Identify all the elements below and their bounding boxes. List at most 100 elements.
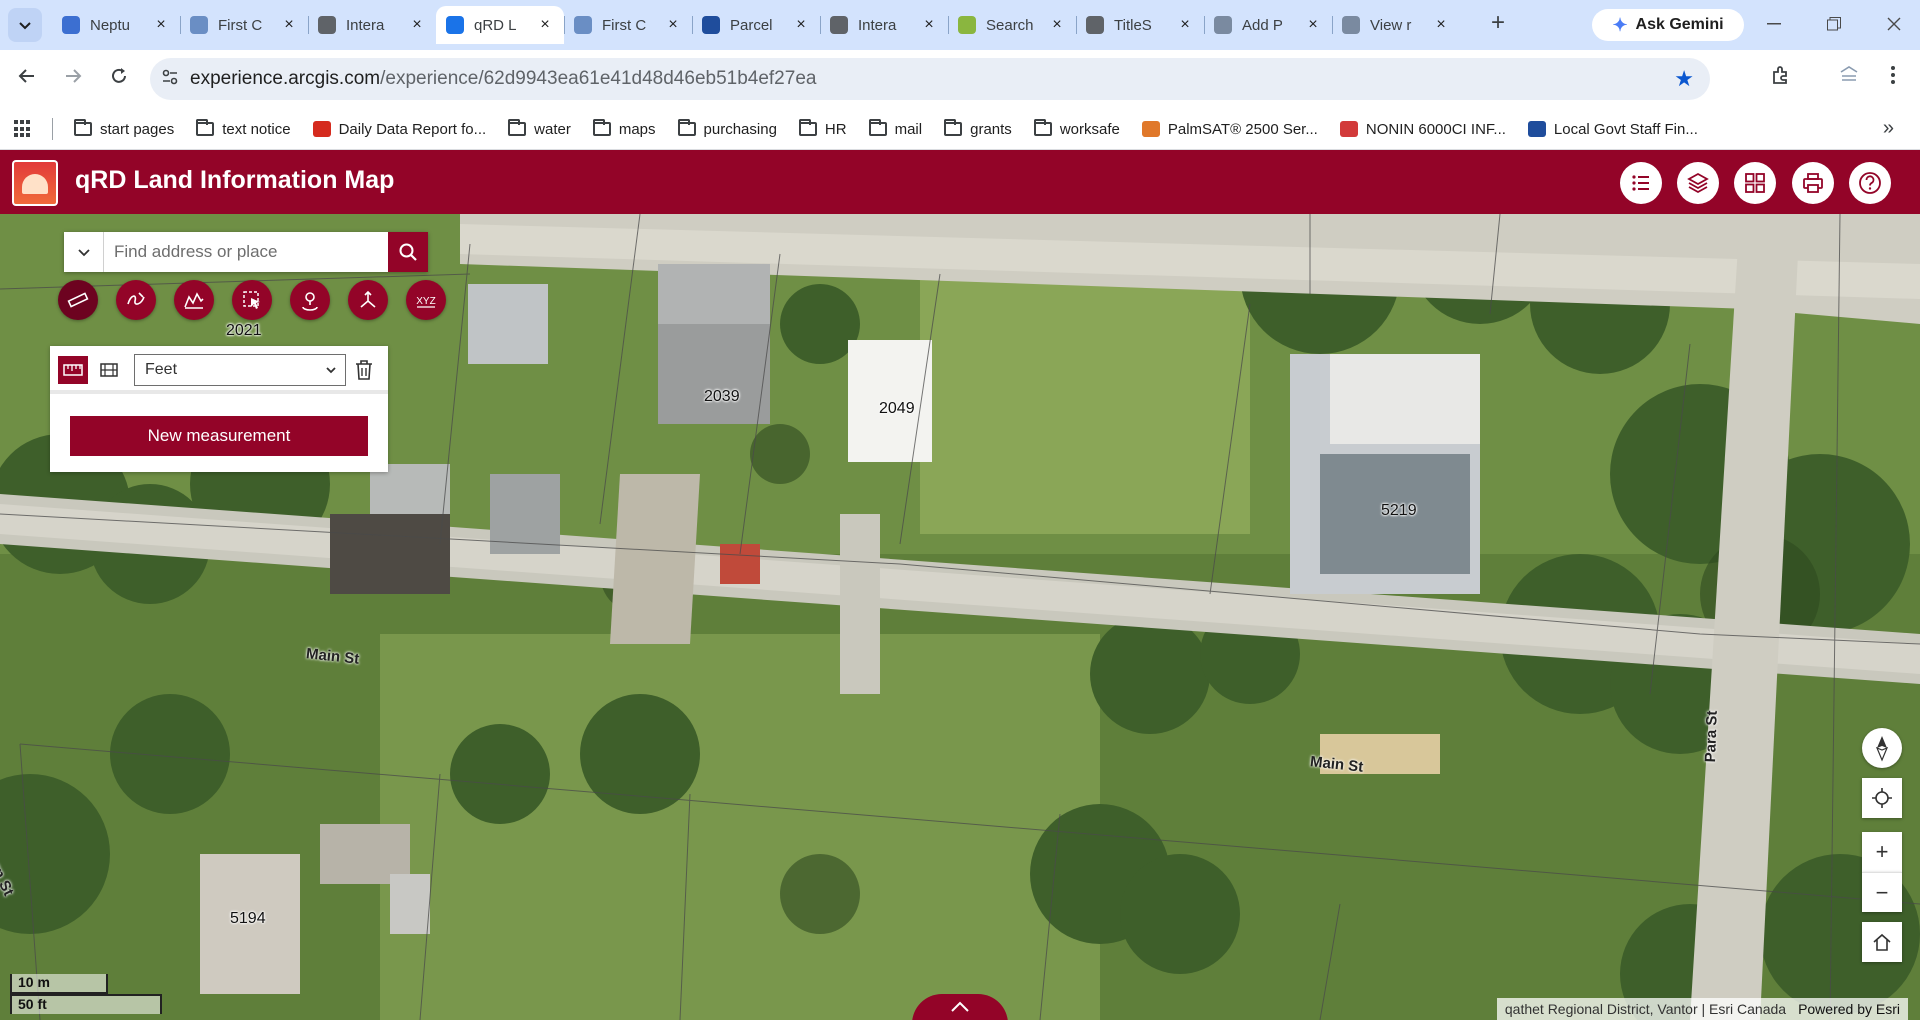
tab-search-button[interactable] (8, 8, 42, 42)
forward-button[interactable] (58, 64, 88, 94)
parcel-label-5219: 5219 (1381, 502, 1417, 519)
restore-button[interactable] (1812, 8, 1856, 40)
tab-favicon-icon (62, 16, 80, 34)
browser-tab[interactable]: Neptu × (52, 6, 180, 44)
expand-panel-button[interactable] (912, 994, 1008, 1020)
nonin-icon (1339, 121, 1358, 137)
bookmarks-divider (52, 118, 53, 140)
directions-tool-button[interactable] (348, 280, 388, 320)
site-info-icon[interactable] (150, 68, 190, 91)
bookmark-item[interactable]: text notice (196, 119, 291, 138)
close-icon (1887, 17, 1901, 31)
browser-menu-icon[interactable] (1878, 64, 1908, 94)
tab-close-icon[interactable]: × (1304, 16, 1322, 34)
browser-tab[interactable]: Parcel × (692, 6, 820, 44)
powered-by-esri[interactable]: Powered by Esri (1798, 1001, 1900, 1017)
folder-icon (196, 119, 215, 136)
address-bar[interactable]: experience.arcgis.com/experience/62d9943… (150, 58, 1710, 100)
zoom-in-button[interactable]: + (1862, 832, 1902, 872)
bookmark-label: purchasing (703, 120, 777, 138)
bookmark-item[interactable]: water (508, 119, 571, 138)
tab-close-icon[interactable]: × (920, 16, 938, 34)
minimize-button[interactable] (1752, 8, 1796, 40)
distance-measure-button[interactable] (58, 356, 88, 384)
tab-close-icon[interactable]: × (1176, 16, 1194, 34)
browser-tab[interactable]: View r × (1332, 6, 1460, 44)
tab-favicon-icon (1342, 16, 1360, 34)
bookmark-item[interactable]: mail (868, 119, 922, 138)
browser-tab[interactable]: TitleS × (1076, 6, 1204, 44)
bookmark-item[interactable]: grants (944, 119, 1012, 138)
street-label-para-st: Para St (1702, 710, 1721, 763)
legend-list-button[interactable] (1620, 162, 1662, 204)
search-button[interactable] (388, 232, 428, 272)
zoom-out-button[interactable]: − (1862, 872, 1902, 912)
folder-icon (508, 119, 527, 136)
browser-tab[interactable]: Intera × (820, 6, 948, 44)
xyz-tool-button[interactable]: XYZ (406, 280, 446, 320)
new-tab-button[interactable]: + (1484, 10, 1512, 38)
locate-button[interactable] (1862, 778, 1902, 818)
app-header: qRD Land Information Map (0, 150, 1920, 214)
print-button[interactable] (1792, 162, 1834, 204)
browser-tab[interactable]: Search × (948, 6, 1076, 44)
bookmark-label: HR (824, 120, 847, 138)
coordinate-tool-button[interactable] (290, 280, 330, 320)
measure-tool-button[interactable] (58, 280, 98, 320)
elevation-profile-tool-button[interactable] (174, 280, 214, 320)
tab-title: First C (602, 16, 647, 34)
tab-close-icon[interactable]: × (280, 16, 298, 34)
browser-tab[interactable]: Intera × (308, 6, 436, 44)
extensions-icon[interactable] (1766, 64, 1796, 94)
unit-select[interactable]: Feet (134, 354, 346, 386)
tab-close-icon[interactable]: × (536, 16, 554, 34)
back-button[interactable] (12, 64, 42, 94)
browser-tab[interactable]: Add P × (1204, 6, 1332, 44)
profile-icon[interactable] (1834, 64, 1864, 94)
ask-gemini-button[interactable]: ✦ Ask Gemini (1592, 9, 1744, 41)
search-input[interactable]: Find address or place (104, 232, 388, 272)
bookmark-item[interactable]: start pages (74, 119, 174, 138)
bookmark-item[interactable]: maps (592, 119, 656, 138)
layers-button[interactable] (1677, 162, 1719, 204)
close-window-button[interactable] (1872, 8, 1916, 40)
select-tool-button[interactable] (232, 280, 272, 320)
clear-measurement-button[interactable] (352, 358, 376, 382)
tab-favicon-icon (1086, 16, 1104, 34)
home-icon (1873, 933, 1891, 951)
bookmark-item[interactable]: Daily Data Report fo... (312, 121, 486, 138)
bookmark-item[interactable]: PalmSAT® 2500 Ser... (1141, 121, 1318, 138)
bookmark-item[interactable]: HR (798, 119, 847, 138)
bookmark-item[interactable]: NONIN 6000CI INF... (1339, 121, 1506, 138)
bookmark-item[interactable]: purchasing (677, 119, 777, 138)
search-source-dropdown[interactable] (64, 232, 104, 272)
tab-close-icon[interactable]: × (1048, 16, 1066, 34)
browser-tab[interactable]: First C × (564, 6, 692, 44)
bookmark-item[interactable]: Local Govt Staff Fin... (1527, 121, 1698, 138)
home-button[interactable] (1862, 922, 1902, 962)
attribution-text: qathet Regional District, Vantor | Esri … (1504, 1001, 1787, 1017)
browser-tab[interactable]: qRD L × (436, 6, 564, 44)
basemap-gallery-button[interactable] (1734, 162, 1776, 204)
bookmarks-overflow-icon[interactable]: » (1883, 117, 1894, 140)
tab-close-icon[interactable]: × (408, 16, 426, 34)
tab-close-icon[interactable]: × (1432, 16, 1450, 34)
apps-grid-icon[interactable] (14, 120, 32, 138)
compass-button[interactable] (1862, 728, 1902, 768)
bookmark-item[interactable]: worksafe (1033, 119, 1120, 138)
tab-close-icon[interactable]: × (792, 16, 810, 34)
new-measurement-button[interactable]: New measurement (70, 416, 368, 456)
tab-close-icon[interactable]: × (664, 16, 682, 34)
bookmark-label: text notice (222, 120, 291, 138)
map-view[interactable]: 2021 2039 2049 5219 5194 Main St Main St… (0, 214, 1920, 1020)
area-measure-button[interactable] (94, 356, 124, 384)
bookmark-star-icon[interactable]: ★ (1674, 66, 1694, 92)
help-button[interactable] (1849, 162, 1891, 204)
reload-button[interactable] (104, 64, 134, 94)
tab-close-icon[interactable]: × (152, 16, 170, 34)
sketch-tool-button[interactable] (116, 280, 156, 320)
measurement-panel: Feet New measurement (50, 346, 388, 472)
tab-title: Intera (858, 16, 897, 34)
browser-tab[interactable]: First C × (180, 6, 308, 44)
xyz-icon: XYZ (416, 296, 436, 308)
